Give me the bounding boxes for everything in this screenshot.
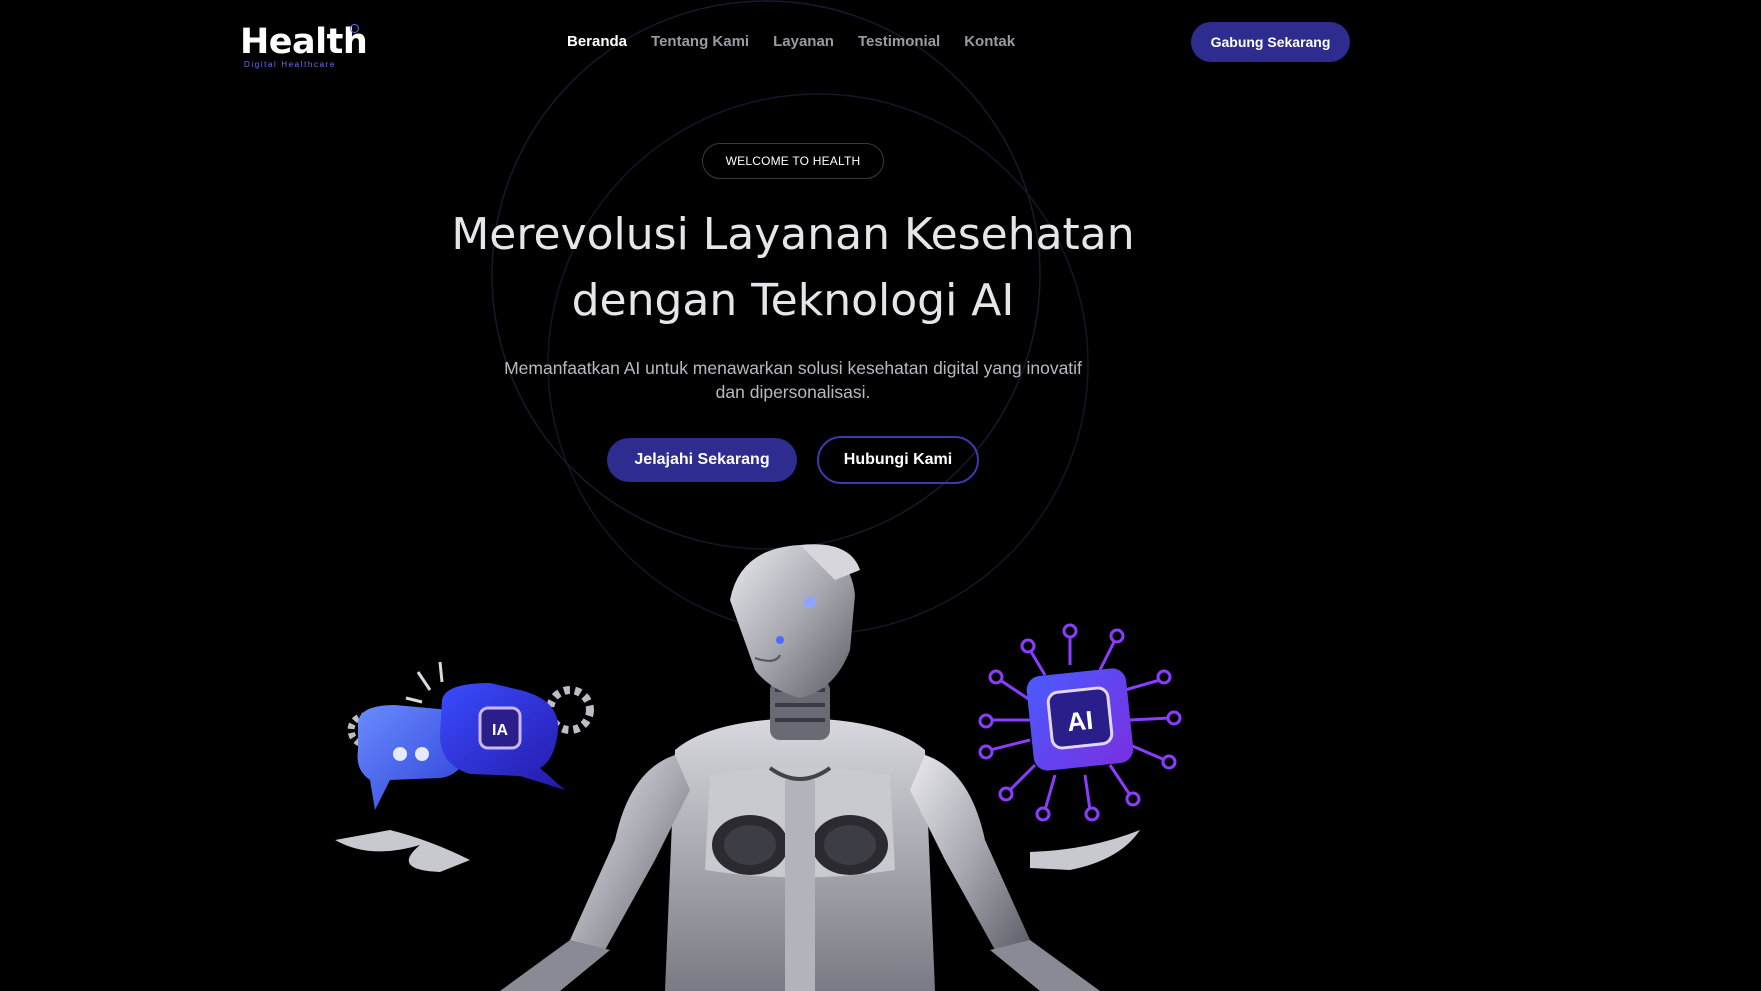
right-chip-label: AI bbox=[1066, 705, 1095, 738]
robot-torso bbox=[665, 718, 935, 991]
nav-item-tentang-kami[interactable]: Tentang Kami bbox=[651, 33, 749, 50]
robot-head bbox=[730, 544, 860, 698]
contact-us-button[interactable]: Hubungi Kami bbox=[817, 436, 979, 484]
nav-item-testimonial[interactable]: Testimonial bbox=[858, 33, 940, 50]
explore-now-button[interactable]: Jelajahi Sekarang bbox=[607, 438, 797, 482]
brand-logo[interactable]: Health Digital Healthcare bbox=[240, 22, 370, 72]
hero-title: Merevolusi Layanan Kesehatan dengan Tekn… bbox=[380, 202, 1206, 334]
brand-tagline: Digital Healthcare bbox=[244, 60, 336, 69]
hero-title-line-1: Merevolusi Layanan Kesehatan bbox=[451, 209, 1135, 260]
robot-right-arm bbox=[910, 755, 1140, 991]
nav-item-beranda[interactable]: Beranda bbox=[567, 33, 627, 50]
hero-subtitle: Memanfaatkan AI untuk menawarkan solusi … bbox=[504, 358, 1082, 402]
page-viewport: Health Digital Healthcare Beranda Tentan… bbox=[0, 0, 1745, 991]
nav-item-layanan[interactable]: Layanan bbox=[773, 33, 834, 50]
robot-illustration: IA AI bbox=[335, 544, 1182, 991]
join-now-button[interactable]: Gabung Sekarang bbox=[1191, 22, 1350, 62]
left-chip-label: IA bbox=[492, 722, 508, 739]
chat-bubbles-icon: IA bbox=[347, 661, 594, 810]
main-nav: Beranda Tentang Kami Layanan Testimonial… bbox=[567, 33, 1015, 50]
hero-title-line-2: dengan Teknologi AI bbox=[571, 275, 1015, 326]
ai-chip-icon: AI bbox=[978, 623, 1182, 822]
welcome-badge: WELCOME TO HEALTH bbox=[702, 143, 884, 179]
nav-item-kontak[interactable]: Kontak bbox=[964, 33, 1015, 50]
logo-ring-icon bbox=[350, 24, 359, 33]
robot-left-arm bbox=[335, 755, 690, 991]
